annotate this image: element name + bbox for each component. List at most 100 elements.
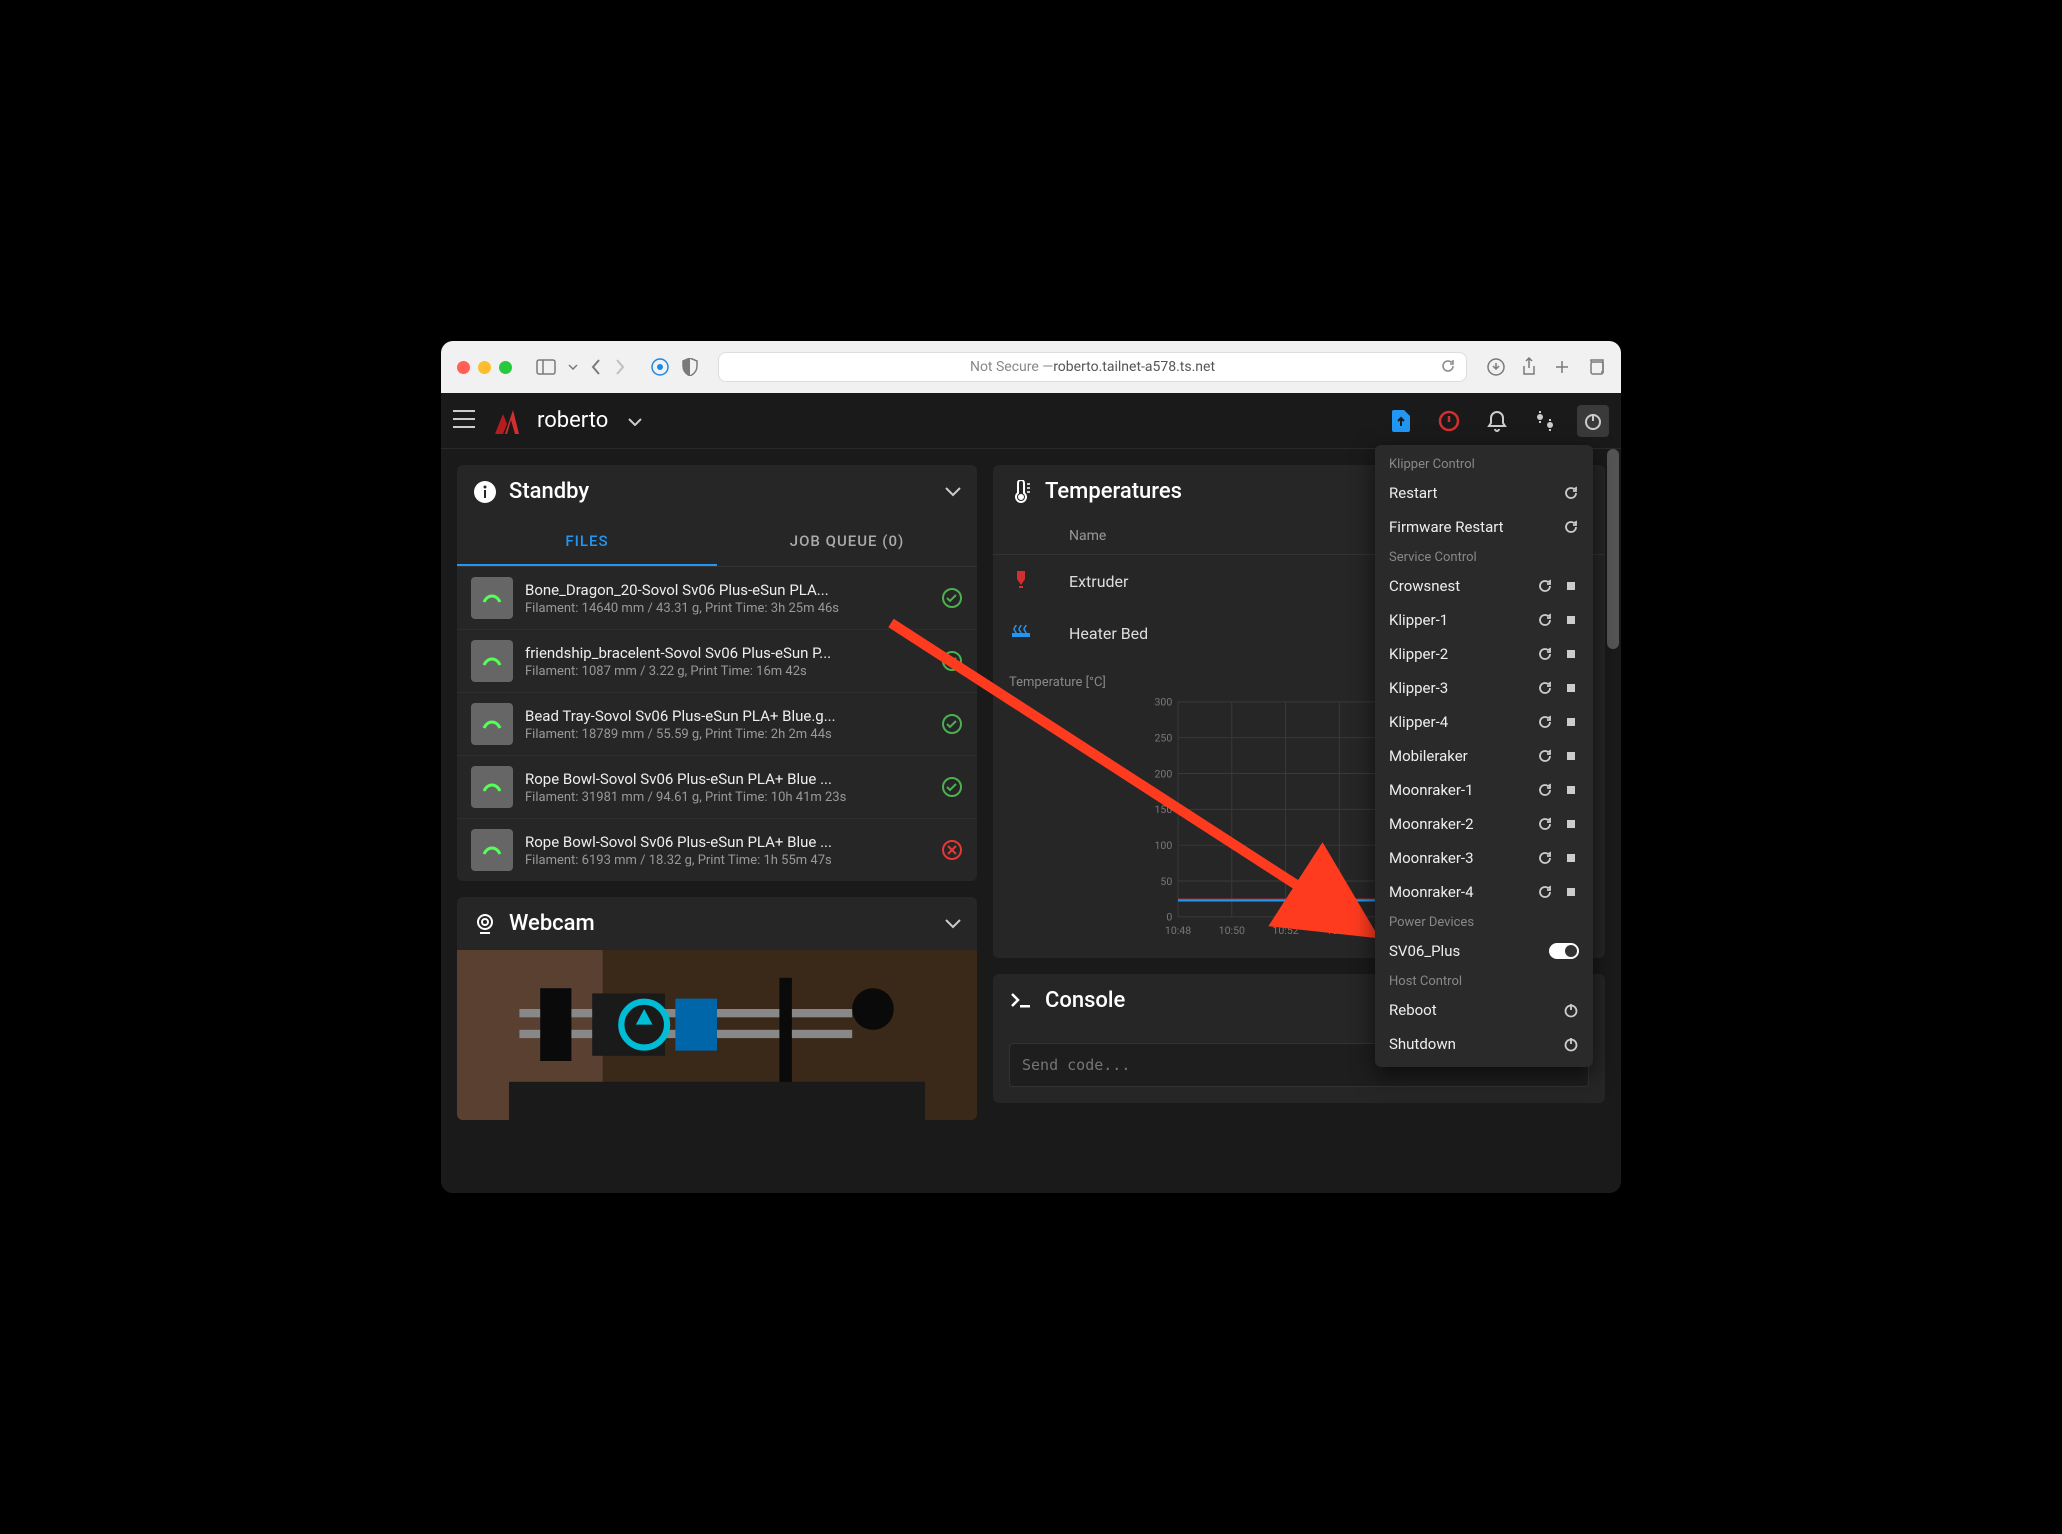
- tab-files[interactable]: FILES: [457, 518, 717, 566]
- minimize-window-button[interactable]: [478, 361, 491, 374]
- dropdown-section-header: Klipper Control: [1375, 451, 1593, 476]
- chevron-down-icon[interactable]: [568, 364, 578, 370]
- thermometer-icon: [1009, 480, 1033, 504]
- error-icon: [941, 839, 963, 861]
- privacy-icon[interactable]: [650, 357, 670, 377]
- file-name: Rope Bowl-Sovol Sv06 Plus-eSun PLA+ Blue…: [525, 833, 929, 851]
- bed-icon: [1009, 619, 1069, 647]
- dropdown-item[interactable]: SV06_Plus: [1375, 934, 1593, 968]
- svg-text:200: 200: [1154, 767, 1172, 780]
- svg-text:10:48: 10:48: [1165, 924, 1191, 937]
- dropdown-item[interactable]: Reboot: [1375, 993, 1593, 1027]
- dropdown-item[interactable]: Crowsnest: [1375, 569, 1593, 603]
- svg-text:50: 50: [1160, 875, 1172, 888]
- success-icon: [941, 776, 963, 798]
- share-icon[interactable]: [1521, 357, 1537, 377]
- app-viewport: roberto Standby: [441, 393, 1621, 1193]
- reload-icon[interactable]: [1441, 358, 1456, 377]
- dropdown-item[interactable]: Klipper-2: [1375, 637, 1593, 671]
- dropdown-item[interactable]: Restart: [1375, 476, 1593, 510]
- browser-window: Not Secure — roberto.tailnet-a578.ts.net…: [441, 341, 1621, 1193]
- app-topbar: roberto: [441, 393, 1621, 449]
- file-row[interactable]: Bead Tray-Sovol Sv06 Plus-eSun PLA+ Blue…: [457, 693, 977, 756]
- dropdown-item-label: Moonraker-2: [1389, 815, 1529, 833]
- printer-select-chevron-icon[interactable]: [628, 411, 642, 430]
- panel-title: Standby: [509, 479, 933, 504]
- dropdown-item-label: Mobileraker: [1389, 747, 1529, 765]
- new-tab-icon[interactable]: [1553, 358, 1571, 376]
- dropdown-item-label: Crowsnest: [1389, 577, 1529, 595]
- file-meta: Filament: 6193 mm / 18.32 g, Print Time:…: [525, 853, 929, 868]
- collapse-icon[interactable]: [945, 914, 961, 933]
- dropdown-item-label: Klipper-4: [1389, 713, 1529, 731]
- printer-name[interactable]: roberto: [537, 408, 608, 433]
- emergency-stop-button[interactable]: [1433, 405, 1465, 437]
- tabs-overview-icon[interactable]: [1587, 358, 1605, 376]
- dropdown-item[interactable]: Mobileraker: [1375, 739, 1593, 773]
- dropdown-item-label: Reboot: [1389, 1001, 1555, 1019]
- dropdown-item[interactable]: Moonraker-3: [1375, 841, 1593, 875]
- dropdown-item[interactable]: Klipper-4: [1375, 705, 1593, 739]
- maximize-window-button[interactable]: [499, 361, 512, 374]
- security-label: Not Secure —: [970, 359, 1053, 375]
- settings-button[interactable]: [1529, 405, 1561, 437]
- dropdown-item-label: SV06_Plus: [1389, 942, 1541, 960]
- file-thumbnail: [471, 577, 513, 619]
- panel-title: Webcam: [509, 911, 933, 936]
- dropdown-item-label: Shutdown: [1389, 1035, 1555, 1053]
- upload-file-button[interactable]: [1385, 405, 1417, 437]
- shield-icon[interactable]: [682, 358, 698, 376]
- dropdown-item-label: Firmware Restart: [1389, 518, 1555, 536]
- dropdown-section-header: Power Devices: [1375, 909, 1593, 934]
- terminal-icon: [1009, 989, 1033, 1013]
- dropdown-section-header: Service Control: [1375, 544, 1593, 569]
- forward-button[interactable]: [614, 358, 626, 376]
- close-window-button[interactable]: [457, 361, 470, 374]
- tab-job-queue[interactable]: JOB QUEUE (0): [717, 518, 977, 566]
- svg-text:150: 150: [1154, 803, 1172, 816]
- toggle-switch[interactable]: [1549, 943, 1579, 959]
- file-row[interactable]: Rope Bowl-Sovol Sv06 Plus-eSun PLA+ Blue…: [457, 819, 977, 881]
- file-thumbnail: [471, 640, 513, 682]
- svg-text:10:52: 10:52: [1272, 924, 1298, 937]
- dropdown-item[interactable]: Moonraker-4: [1375, 875, 1593, 909]
- dropdown-item-label: Restart: [1389, 484, 1555, 502]
- info-icon: [473, 480, 497, 504]
- menu-button[interactable]: [453, 410, 475, 432]
- svg-text:10:50: 10:50: [1219, 924, 1245, 937]
- dropdown-item[interactable]: Klipper-3: [1375, 671, 1593, 705]
- file-name: friendship_bracelent-Sovol Sv06 Plus-eSu…: [525, 644, 929, 662]
- power-menu-button[interactable]: [1577, 405, 1609, 437]
- dropdown-item[interactable]: Shutdown: [1375, 1027, 1593, 1061]
- webcam-stream[interactable]: [457, 950, 977, 1120]
- dropdown-item-label: Moonraker-1: [1389, 781, 1529, 799]
- sidebar-icon[interactable]: [536, 359, 556, 375]
- file-thumbnail: [471, 829, 513, 871]
- svg-text:10:54: 10:54: [1326, 924, 1352, 937]
- power-dropdown: Klipper Control Restart Firmware Restart Se…: [1375, 445, 1593, 1067]
- success-icon: [941, 650, 963, 672]
- notifications-button[interactable]: [1481, 405, 1513, 437]
- svg-text:100: 100: [1154, 839, 1172, 852]
- logo-mark: [491, 408, 521, 434]
- file-name: Rope Bowl-Sovol Sv06 Plus-eSun PLA+ Blue…: [525, 770, 929, 788]
- svg-text:300: 300: [1154, 698, 1172, 709]
- downloads-icon[interactable]: [1487, 358, 1505, 376]
- collapse-icon[interactable]: [945, 482, 961, 501]
- scrollbar[interactable]: [1607, 449, 1619, 649]
- success-icon: [941, 587, 963, 609]
- dropdown-item[interactable]: Firmware Restart: [1375, 510, 1593, 544]
- back-button[interactable]: [590, 358, 602, 376]
- file-meta: Filament: 18789 mm / 55.59 g, Print Time…: [525, 727, 929, 742]
- dropdown-item[interactable]: Moonraker-1: [1375, 773, 1593, 807]
- extruder-icon: [1009, 567, 1069, 595]
- dropdown-item-label: Moonraker-3: [1389, 849, 1529, 867]
- url-bar[interactable]: Not Secure — roberto.tailnet-a578.ts.net: [718, 352, 1467, 382]
- file-row[interactable]: friendship_bracelent-Sovol Sv06 Plus-eSu…: [457, 630, 977, 693]
- file-row[interactable]: Rope Bowl-Sovol Sv06 Plus-eSun PLA+ Blue…: [457, 756, 977, 819]
- dropdown-item-label: Klipper-3: [1389, 679, 1529, 697]
- file-row[interactable]: Bone_Dragon_20-Sovol Sv06 Plus-eSun PLA.…: [457, 567, 977, 630]
- file-name: Bone_Dragon_20-Sovol Sv06 Plus-eSun PLA.…: [525, 581, 929, 599]
- dropdown-item[interactable]: Klipper-1: [1375, 603, 1593, 637]
- dropdown-item[interactable]: Moonraker-2: [1375, 807, 1593, 841]
